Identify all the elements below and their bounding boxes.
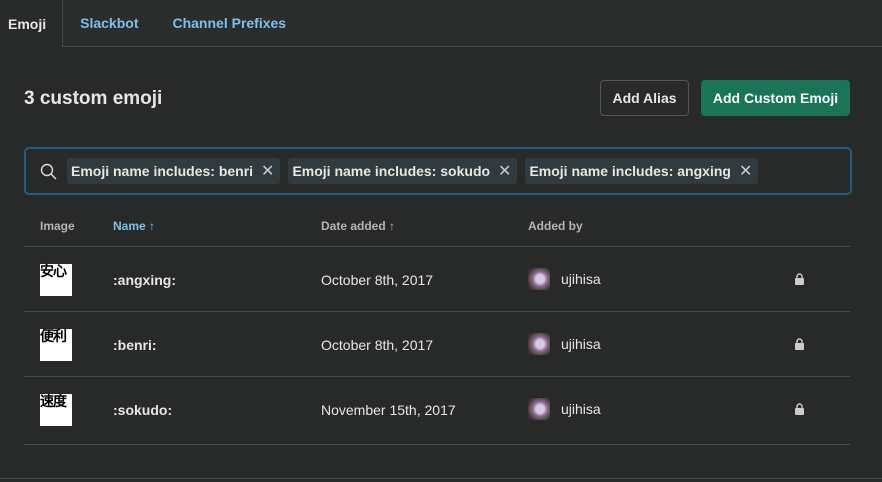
date-added: October 8th, 2017	[321, 337, 434, 353]
table-row: 安心 :angxing: October 8th, 2017 ujihisa	[24, 247, 850, 312]
search-input[interactable]: Emoji name includes: benri ✕ Emoji name i…	[24, 147, 852, 195]
divider	[24, 444, 850, 445]
lock-icon	[795, 273, 804, 285]
column-date[interactable]: Date added ↑	[321, 219, 395, 233]
filter-chip: Emoji name includes: benri ✕	[67, 158, 281, 184]
emoji-image: 便利	[40, 329, 72, 361]
emoji-name: :angxing:	[113, 272, 176, 288]
filter-label: Emoji name includes: angxing	[529, 163, 731, 179]
filter-label: Emoji name includes: benri	[71, 163, 254, 179]
emoji-name: :benri:	[113, 337, 157, 353]
emoji-name: :sokudo:	[113, 402, 173, 418]
tab-channel-prefixes[interactable]: Channel Prefixes	[155, 0, 303, 46]
page-title: 3 custom emoji	[24, 88, 163, 109]
table-row: 便利 :benri: October 8th, 2017 ujihisa	[24, 312, 850, 377]
tab-slackbot[interactable]: Slackbot	[63, 0, 155, 46]
close-icon[interactable]: ✕	[739, 161, 752, 181]
column-image: Image	[40, 219, 75, 233]
lock-icon	[795, 403, 804, 415]
add-custom-emoji-button[interactable]: Add Custom Emoji	[701, 80, 850, 116]
emoji-image: 速度	[40, 394, 72, 426]
lock-icon	[795, 338, 804, 350]
divider	[0, 478, 882, 479]
avatar	[528, 398, 550, 420]
filter-chip: Emoji name includes: angxing ✕	[525, 158, 759, 184]
tab-emoji[interactable]: Emoji	[0, 0, 64, 47]
filter-chip: Emoji name includes: sokudo ✕	[288, 158, 518, 184]
tab-bar: Emoji Slackbot Channel Prefixes	[0, 0, 882, 47]
table-row: 速度 :sokudo: November 15th, 2017 ujihisa	[24, 377, 850, 442]
avatar	[528, 333, 550, 355]
filter-label: Emoji name includes: sokudo	[292, 163, 491, 179]
avatar	[528, 268, 550, 290]
added-by: ujihisa	[561, 401, 601, 417]
close-icon[interactable]: ✕	[261, 161, 274, 181]
emoji-image: 安心	[40, 264, 72, 296]
column-added-by: Added by	[528, 219, 583, 233]
added-by: ujihisa	[561, 336, 601, 352]
column-name[interactable]: Name ↑	[113, 219, 155, 233]
date-added: October 8th, 2017	[321, 272, 434, 288]
close-icon[interactable]: ✕	[498, 161, 511, 181]
date-added: November 15th, 2017	[321, 402, 456, 418]
add-alias-button[interactable]: Add Alias	[600, 80, 689, 116]
search-icon	[40, 163, 57, 179]
added-by: ujihisa	[561, 271, 601, 287]
